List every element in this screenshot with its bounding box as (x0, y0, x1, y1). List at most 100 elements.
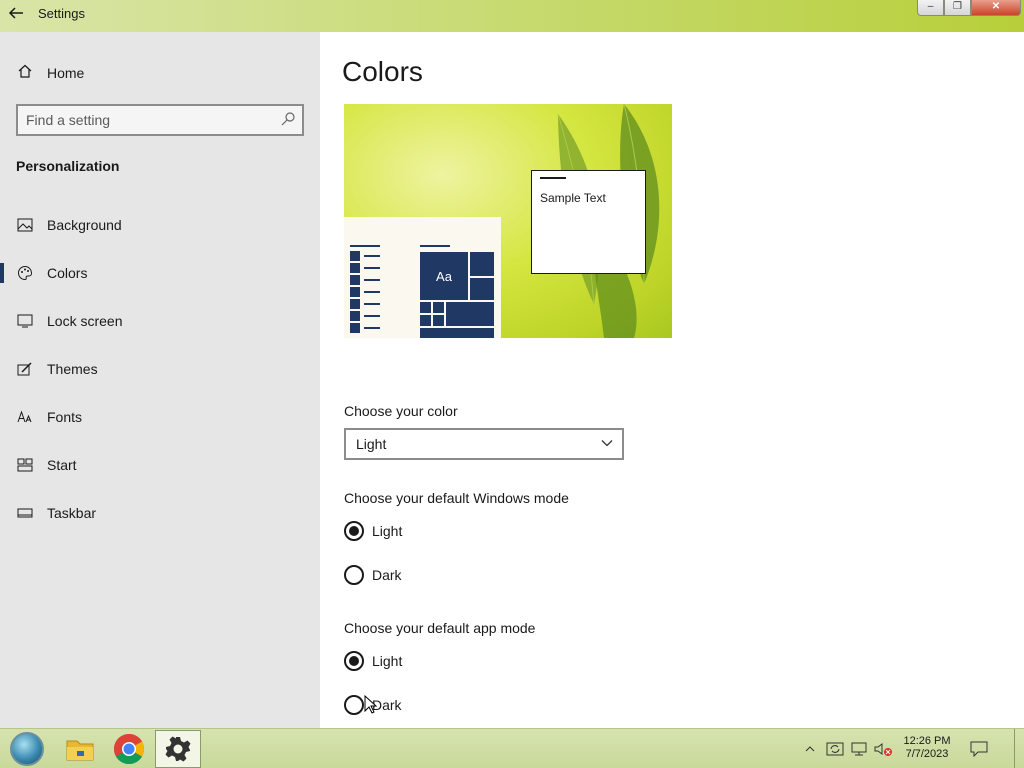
action-center-sync-icon[interactable] (824, 729, 846, 768)
radio-label: Light (372, 523, 403, 539)
file-explorer-icon (66, 740, 94, 761)
radio-unselected-icon[interactable] (344, 565, 364, 585)
clock-time: 12:26 PM (903, 735, 951, 747)
preview-tile (446, 302, 494, 326)
preview-line (350, 245, 380, 247)
minimize-button[interactable]: – (917, 0, 944, 16)
preview-line (420, 245, 450, 247)
notifications-icon[interactable] (966, 729, 992, 768)
sidebar-item-label: Background (47, 217, 122, 233)
sidebar-item-label: Themes (47, 361, 98, 377)
preview-list-square (350, 299, 360, 309)
preview-tile (420, 328, 494, 338)
start-button[interactable] (4, 730, 50, 768)
chevron-down-icon (600, 436, 614, 450)
preview-tile (420, 315, 431, 326)
sidebar-item-background[interactable]: Background (0, 205, 320, 245)
mouse-cursor-icon (364, 695, 378, 714)
preview-list-square (350, 275, 360, 285)
preview-line (364, 303, 380, 305)
preview-tile-aa: Aa (420, 252, 468, 300)
windows-mode-dark-radio[interactable]: Dark (344, 564, 402, 586)
nav-home[interactable]: Home (16, 62, 84, 84)
window-title: Settings (38, 6, 85, 21)
section-title: Personalization (16, 158, 120, 174)
nav-home-label: Home (47, 65, 85, 81)
search-input[interactable] (26, 111, 266, 129)
search-icon[interactable] (280, 111, 296, 127)
radio-label: Dark (372, 567, 402, 583)
sidebar-item-themes[interactable]: Themes (0, 349, 320, 389)
sidebar-item-label: Fonts (47, 409, 83, 425)
clock-date: 7/7/2023 (905, 748, 949, 760)
choose-color-label: Choose your color (344, 403, 458, 419)
preview-tile (470, 252, 494, 276)
preview-tile (420, 302, 431, 313)
network-icon[interactable] (848, 729, 870, 768)
preview-line (364, 291, 380, 293)
start-icon (16, 456, 34, 474)
sidebar-item-fonts[interactable]: Fonts (0, 397, 320, 437)
sidebar-item-start[interactable]: Start (0, 445, 320, 485)
taskbar: 12:26 PM 7/7/2023 (0, 728, 1024, 768)
chrome-button[interactable] (106, 730, 152, 768)
sidebar-item-label: Colors (47, 265, 88, 281)
taskbar-clock[interactable]: 12:26 PM 7/7/2023 (896, 735, 958, 761)
brush-icon (16, 360, 34, 378)
chrome-icon (113, 734, 145, 765)
home-icon (16, 63, 34, 83)
app-mode-light-radio[interactable]: Light (344, 650, 402, 672)
preview-list-square (350, 311, 360, 321)
app-mode-label: Choose your default app mode (344, 620, 536, 636)
main-content: Colors Aa Sample Text Choose your color … (320, 32, 1024, 728)
sidebar-item-lock-screen[interactable]: Lock screen (0, 301, 320, 341)
preview-tile (433, 302, 444, 313)
sidebar: Home Personalization Background Colors L… (0, 32, 320, 728)
preview-list-square (350, 287, 360, 297)
back-arrow-icon[interactable] (6, 4, 26, 24)
volume-muted-icon[interactable] (872, 729, 894, 768)
radio-unselected-icon[interactable] (344, 695, 364, 715)
windows-mode-label: Choose your default Windows mode (344, 490, 569, 506)
search-box[interactable] (16, 104, 304, 136)
sidebar-item-taskbar[interactable]: Taskbar (0, 493, 320, 533)
windows-mode-light-radio[interactable]: Light (344, 520, 402, 542)
preview-line (364, 315, 380, 317)
preview-tiles: Aa (420, 252, 494, 338)
file-explorer-button[interactable] (57, 730, 103, 768)
sidebar-item-colors[interactable]: Colors (0, 253, 320, 293)
sample-window-preview: Sample Text (531, 170, 646, 274)
show-hidden-icons-chevron[interactable] (802, 729, 818, 768)
choose-color-value: Light (356, 436, 387, 452)
radio-selected-icon[interactable] (344, 651, 364, 671)
fonts-icon (16, 408, 34, 426)
preview-line (364, 279, 380, 281)
preview-list-square (350, 323, 360, 333)
sidebar-item-label: Lock screen (47, 313, 123, 329)
sample-title-bar (540, 177, 566, 179)
radio-selected-icon[interactable] (344, 521, 364, 541)
preview-line (364, 255, 380, 257)
settings-gear-icon (165, 736, 191, 762)
page-title: Colors (342, 56, 423, 87)
lock-screen-icon (16, 312, 34, 330)
picture-icon (16, 216, 34, 234)
sample-text: Sample Text (540, 191, 606, 205)
preview-line (364, 267, 380, 269)
show-desktop-button[interactable] (1014, 729, 1022, 768)
title-bar: Settings – ❐ ✕ (0, 0, 1024, 32)
sidebar-item-label: Start (47, 457, 77, 473)
preview-tile (433, 315, 444, 326)
maximize-button[interactable]: ❐ (944, 0, 971, 16)
taskbar-icon (16, 504, 34, 522)
preview-tile (470, 278, 494, 300)
preview-list-square (350, 251, 360, 261)
close-button[interactable]: ✕ (971, 0, 1021, 16)
choose-color-dropdown[interactable]: Light (344, 428, 624, 460)
settings-taskbar-button[interactable] (155, 730, 201, 768)
radio-label: Light (372, 653, 403, 669)
preview-line (364, 327, 380, 329)
start-menu-preview: Aa (344, 217, 501, 338)
sidebar-item-label: Taskbar (47, 505, 97, 521)
preview-list-square (350, 263, 360, 273)
